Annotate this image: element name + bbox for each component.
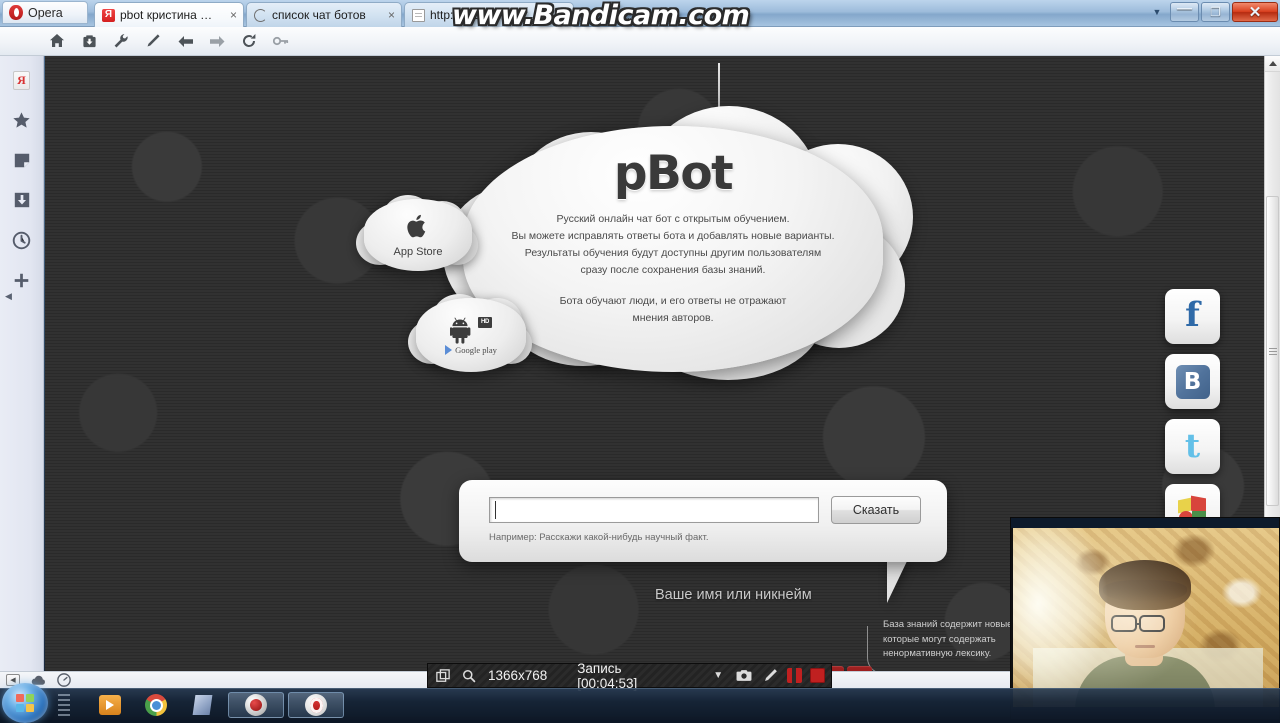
- pbot-logo: pBot: [614, 150, 732, 197]
- forward-arrow-icon[interactable]: [206, 30, 228, 52]
- chevron-down-icon[interactable]: ▼: [1146, 1, 1168, 23]
- close-icon: ✕: [1249, 5, 1262, 20]
- speed-dial-icon[interactable]: [56, 673, 72, 687]
- history-clock-icon: [12, 231, 31, 250]
- scroll-up-button[interactable]: [1265, 56, 1280, 72]
- pbot-description: Русский онлайн чат бот с открытым обучен…: [483, 211, 863, 279]
- tab-title: список чат ботов: [272, 8, 381, 22]
- minimize-icon: —: [1177, 1, 1192, 16]
- ask-input[interactable]: [489, 497, 819, 523]
- facebook-share-button[interactable]: f: [1165, 289, 1220, 344]
- taskbar-item-bandicam[interactable]: [228, 692, 284, 718]
- bookmarks-star-icon: [12, 111, 31, 130]
- scrollbar-thumb[interactable]: [1266, 196, 1279, 506]
- save-page-icon[interactable]: [78, 30, 100, 52]
- opera-logo-icon: [9, 5, 23, 20]
- app-store-label: App Store: [394, 246, 443, 258]
- taskbar-item-google-chrome[interactable]: [136, 692, 176, 718]
- sidebar-item-history[interactable]: [10, 228, 34, 252]
- google-play-triangle-icon: [445, 345, 452, 355]
- restore-button[interactable]: ❐: [1201, 2, 1230, 22]
- back-arrow-icon[interactable]: [174, 30, 196, 52]
- text-caret: [495, 501, 496, 519]
- add-panel-icon: [13, 272, 30, 289]
- twitter-icon: t: [1185, 429, 1200, 462]
- tab-close-icon[interactable]: ×: [386, 8, 397, 22]
- minimize-button[interactable]: —: [1170, 2, 1199, 22]
- ask-bubble: Сказать Например: Расскажи какой-нибудь …: [459, 480, 947, 562]
- downloads-icon: [13, 191, 31, 209]
- apple-logo-icon: [406, 213, 430, 245]
- browser-tab-1[interactable]: список чат ботов ×: [246, 2, 402, 27]
- sidebar-item-notes[interactable]: [10, 148, 34, 172]
- key-icon[interactable]: [270, 30, 292, 52]
- chevron-up-icon: [1269, 61, 1277, 66]
- ask-hint-text: Например: Расскажи какой-нибудь научный …: [489, 532, 708, 543]
- taskbar-item-file-shortcut[interactable]: [182, 692, 222, 718]
- pencil-icon[interactable]: [142, 30, 164, 52]
- bandicam-record-status: Запись [00:04:53]: [577, 661, 685, 691]
- taskbar-grip-icon[interactable]: [58, 694, 70, 716]
- pbot-note: Бота обучают люди, и его ответы не отраж…: [508, 293, 838, 327]
- vkontakte-icon: B: [1176, 365, 1210, 399]
- yandex-favicon-icon: Я: [102, 9, 115, 22]
- opera-icon: [305, 694, 327, 716]
- scrollbar-grip-icon: [1269, 348, 1277, 355]
- notes-icon: [13, 151, 31, 169]
- webcam-letterbox-top: [1011, 518, 1280, 528]
- window-controls: ▼ — ❐ ✕: [1146, 1, 1278, 23]
- tab-close-icon[interactable]: ×: [228, 8, 239, 22]
- loading-circle-favicon-icon: [254, 9, 267, 22]
- pause-icon[interactable]: [787, 668, 802, 683]
- twitter-share-button[interactable]: t: [1165, 419, 1220, 474]
- facebook-icon: f: [1185, 298, 1200, 332]
- windows-logo-icon: [16, 694, 35, 713]
- browser-tab-0[interactable]: Я pbot кристина — ... ×: [94, 2, 244, 27]
- home-icon[interactable]: [46, 30, 68, 52]
- reload-icon[interactable]: [238, 30, 260, 52]
- bandicam-resolution: 1366x768: [488, 668, 547, 683]
- bandicam-control-bar: 1366x768 Запись [00:04:53] ▼: [427, 663, 832, 688]
- tab-title: pbot кристина — ...: [120, 8, 223, 22]
- close-button[interactable]: ✕: [1232, 2, 1278, 22]
- browser-toolbar: [0, 27, 1280, 56]
- opera-menu-button[interactable]: Opera: [2, 1, 88, 24]
- wrench-icon[interactable]: [110, 30, 132, 52]
- taskbar-item-opera[interactable]: [288, 692, 344, 718]
- start-button[interactable]: [2, 683, 48, 723]
- say-button[interactable]: Сказать: [831, 496, 921, 524]
- sidebar-item-add-panel[interactable]: [10, 268, 34, 292]
- sidebar-item-downloads[interactable]: [10, 188, 34, 212]
- browser-sidebar-panel: Я: [0, 56, 44, 671]
- page-favicon-icon: [412, 9, 425, 22]
- screenshot-camera-icon[interactable]: [735, 667, 753, 685]
- sidebar-item-bookmarks[interactable]: [10, 108, 34, 132]
- taskbar-item-windows-media-player[interactable]: [90, 692, 130, 718]
- bandicam-watermark: www.Bandicam.com: [452, 1, 812, 31]
- dropdown-icon[interactable]: ▼: [709, 667, 727, 685]
- draw-pencil-icon[interactable]: [761, 667, 779, 685]
- vkontakte-share-button[interactable]: B: [1165, 354, 1220, 409]
- nickname-label: Ваше имя или никнейм: [655, 587, 812, 603]
- social-links-column: f B t: [1165, 289, 1220, 539]
- file-icon: [192, 695, 212, 715]
- sidebar-item-yandex[interactable]: Я: [10, 68, 34, 92]
- yandex-icon: Я: [13, 71, 30, 90]
- stop-icon[interactable]: [810, 668, 825, 683]
- sidebar-collapse-arrow-icon[interactable]: ◀: [4, 290, 13, 302]
- restore-icon: ❐: [1210, 6, 1221, 18]
- chrome-icon: [145, 694, 167, 716]
- bandicam-icon: [245, 694, 267, 716]
- windows-taskbar: [0, 688, 1280, 720]
- pbot-main-cloud: pBot Русский онлайн чат бот с открытым о…: [463, 126, 883, 372]
- media-player-icon: [99, 695, 121, 715]
- target-area-icon[interactable]: [434, 667, 452, 685]
- opera-menu-label: Opera: [28, 6, 63, 20]
- magnifier-icon[interactable]: [460, 667, 478, 685]
- app-store-badge[interactable]: App Store: [364, 199, 472, 271]
